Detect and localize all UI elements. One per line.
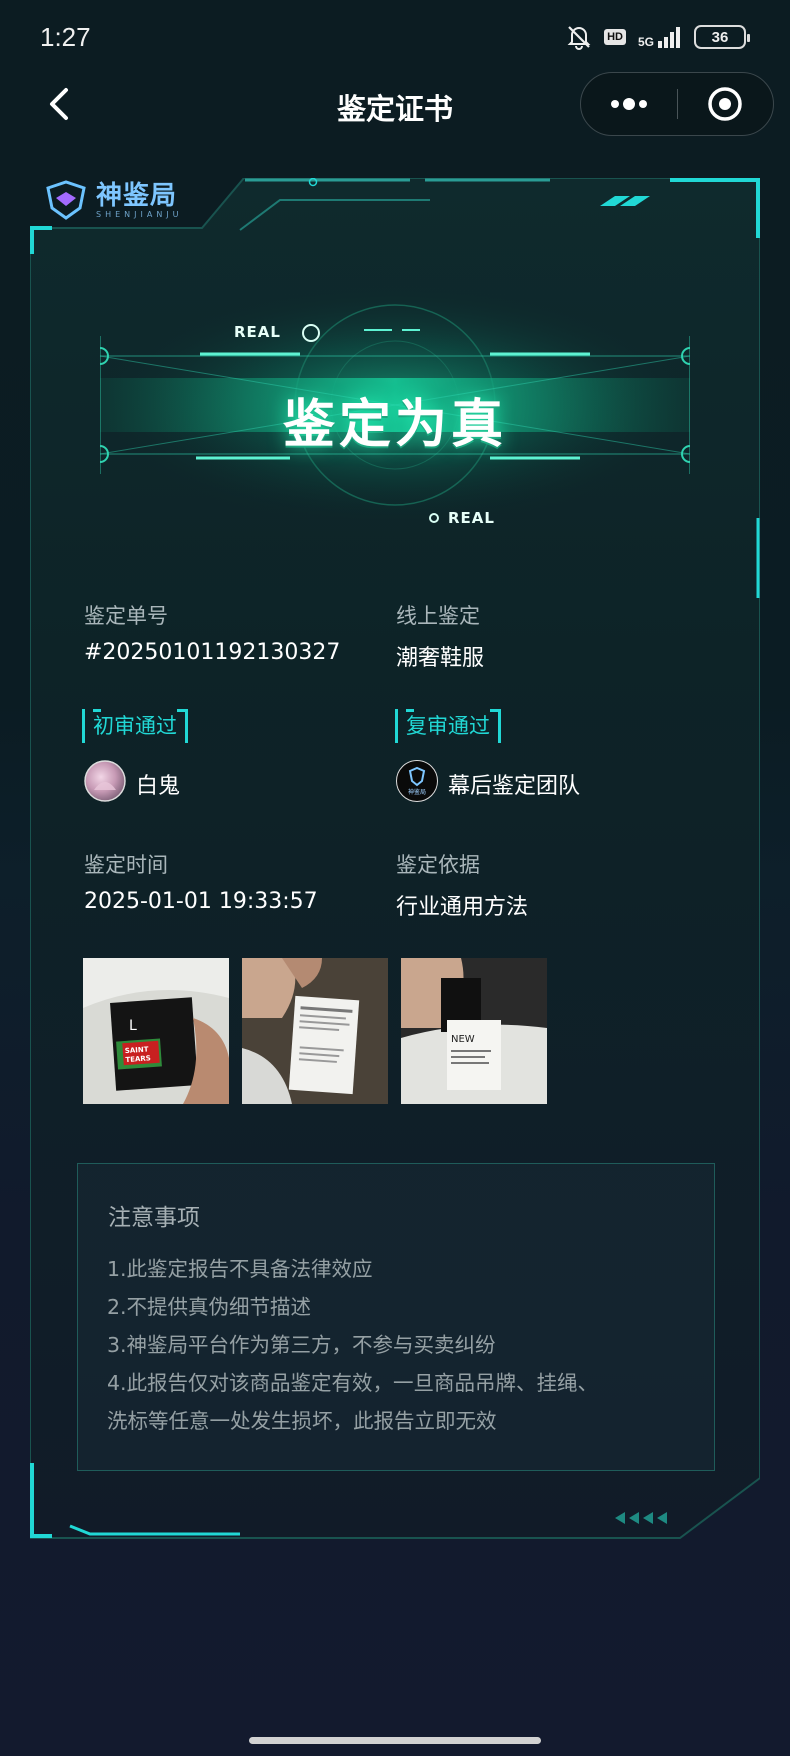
order-number-label: 鉴定单号 [84, 604, 168, 628]
first-review-badge: 初审通过 [82, 709, 188, 743]
close-button[interactable] [677, 73, 773, 134]
signal-bars-icon [658, 27, 680, 48]
svg-text:SAINT: SAINT [125, 1045, 149, 1055]
second-review-badge: 复审通过 [395, 709, 501, 743]
notes-title: 注意事项 [108, 1205, 200, 1231]
nav-bar: 鉴定证书 [0, 70, 790, 138]
time-value: 2025-01-01 19:33:57 [84, 889, 318, 914]
battery-indicator: 36 [694, 25, 750, 49]
note-item: 1.此鉴定报告不具备法律效应 [107, 1257, 373, 1281]
logo-name: 神鉴局 [96, 180, 178, 211]
notes-panel: 注意事项 1.此鉴定报告不具备法律效应 2.不提供真伪细节描述 3.神鉴局平台作… [77, 1163, 715, 1471]
category-value: 潮奢鞋服 [396, 646, 485, 671]
mute-bell-icon [567, 26, 591, 50]
shield-logo-icon [46, 180, 86, 220]
size-tag-photo: L SAINT TEARS [83, 958, 229, 1104]
verdict-banner: REAL 鉴定为真 REAL [100, 280, 690, 530]
real-tag-top: REAL [234, 323, 281, 341]
care-label-photo [242, 958, 388, 1104]
real-tag-bottom: REAL [448, 509, 495, 527]
note-item: 4.此报告仅对该商品鉴定有效，一旦商品吊牌、挂绳、 [107, 1371, 599, 1395]
neck-label-photo: NEW [401, 958, 547, 1104]
battery-level: 36 [711, 28, 729, 46]
evidence-photo-2[interactable] [242, 958, 388, 1104]
notes-list: 1.此鉴定报告不具备法律效应 2.不提供真伪细节描述 3.神鉴局平台作为第三方，… [107, 1250, 707, 1440]
hd-badge: HD [604, 29, 626, 45]
evidence-photo-3[interactable]: NEW [401, 958, 547, 1104]
avatar-second-reviewer: 神鉴局 [396, 760, 438, 802]
status-icons: HD 5G 36 [566, 24, 750, 50]
status-time: 1:27 [40, 22, 91, 52]
status-bar: 1:27 HD 5G 36 [0, 0, 790, 78]
mini-program-capsule [580, 72, 774, 136]
target-close-icon [708, 87, 742, 121]
svg-text:L: L [129, 1018, 137, 1034]
logo-pinyin: SHENJIANJU [96, 209, 183, 219]
note-item: 2.不提供真伪细节描述 [107, 1295, 312, 1319]
signal-icon: 5G [638, 26, 682, 48]
basis-value: 行业通用方法 [396, 895, 529, 920]
verdict-title: 鉴定为真 [282, 395, 507, 455]
avatar-first-reviewer [84, 760, 126, 802]
method-label: 线上鉴定 [396, 604, 480, 628]
more-button[interactable] [581, 73, 677, 134]
home-indicator[interactable] [249, 1737, 541, 1744]
order-number-value: #20250101192130327 [84, 640, 341, 665]
svg-text:NEW: NEW [451, 1034, 475, 1045]
more-dots-icon [611, 98, 647, 110]
certificate-page: 1:27 HD 5G 36 鉴定证书 神鉴局 SHENJIANJU REAL 鉴… [0, 0, 790, 1756]
brand-logo: 神鉴局 SHENJIANJU [44, 180, 183, 220]
evidence-photo-1[interactable]: L SAINT TEARS [83, 958, 229, 1104]
time-label: 鉴定时间 [84, 853, 168, 877]
basis-label: 鉴定依据 [396, 853, 480, 877]
second-reviewer-avatar-text: 神鉴局 [407, 789, 426, 796]
second-reviewer-name: 幕后鉴定团队 [448, 774, 581, 799]
note-item: 洗标等任意一处发生损坏，此报告立即无效 [107, 1409, 497, 1433]
first-reviewer-name: 白鬼 [136, 774, 181, 799]
network-label: 5G [637, 35, 654, 49]
note-item: 3.神鉴局平台作为第三方，不参与买卖纠纷 [107, 1333, 496, 1357]
